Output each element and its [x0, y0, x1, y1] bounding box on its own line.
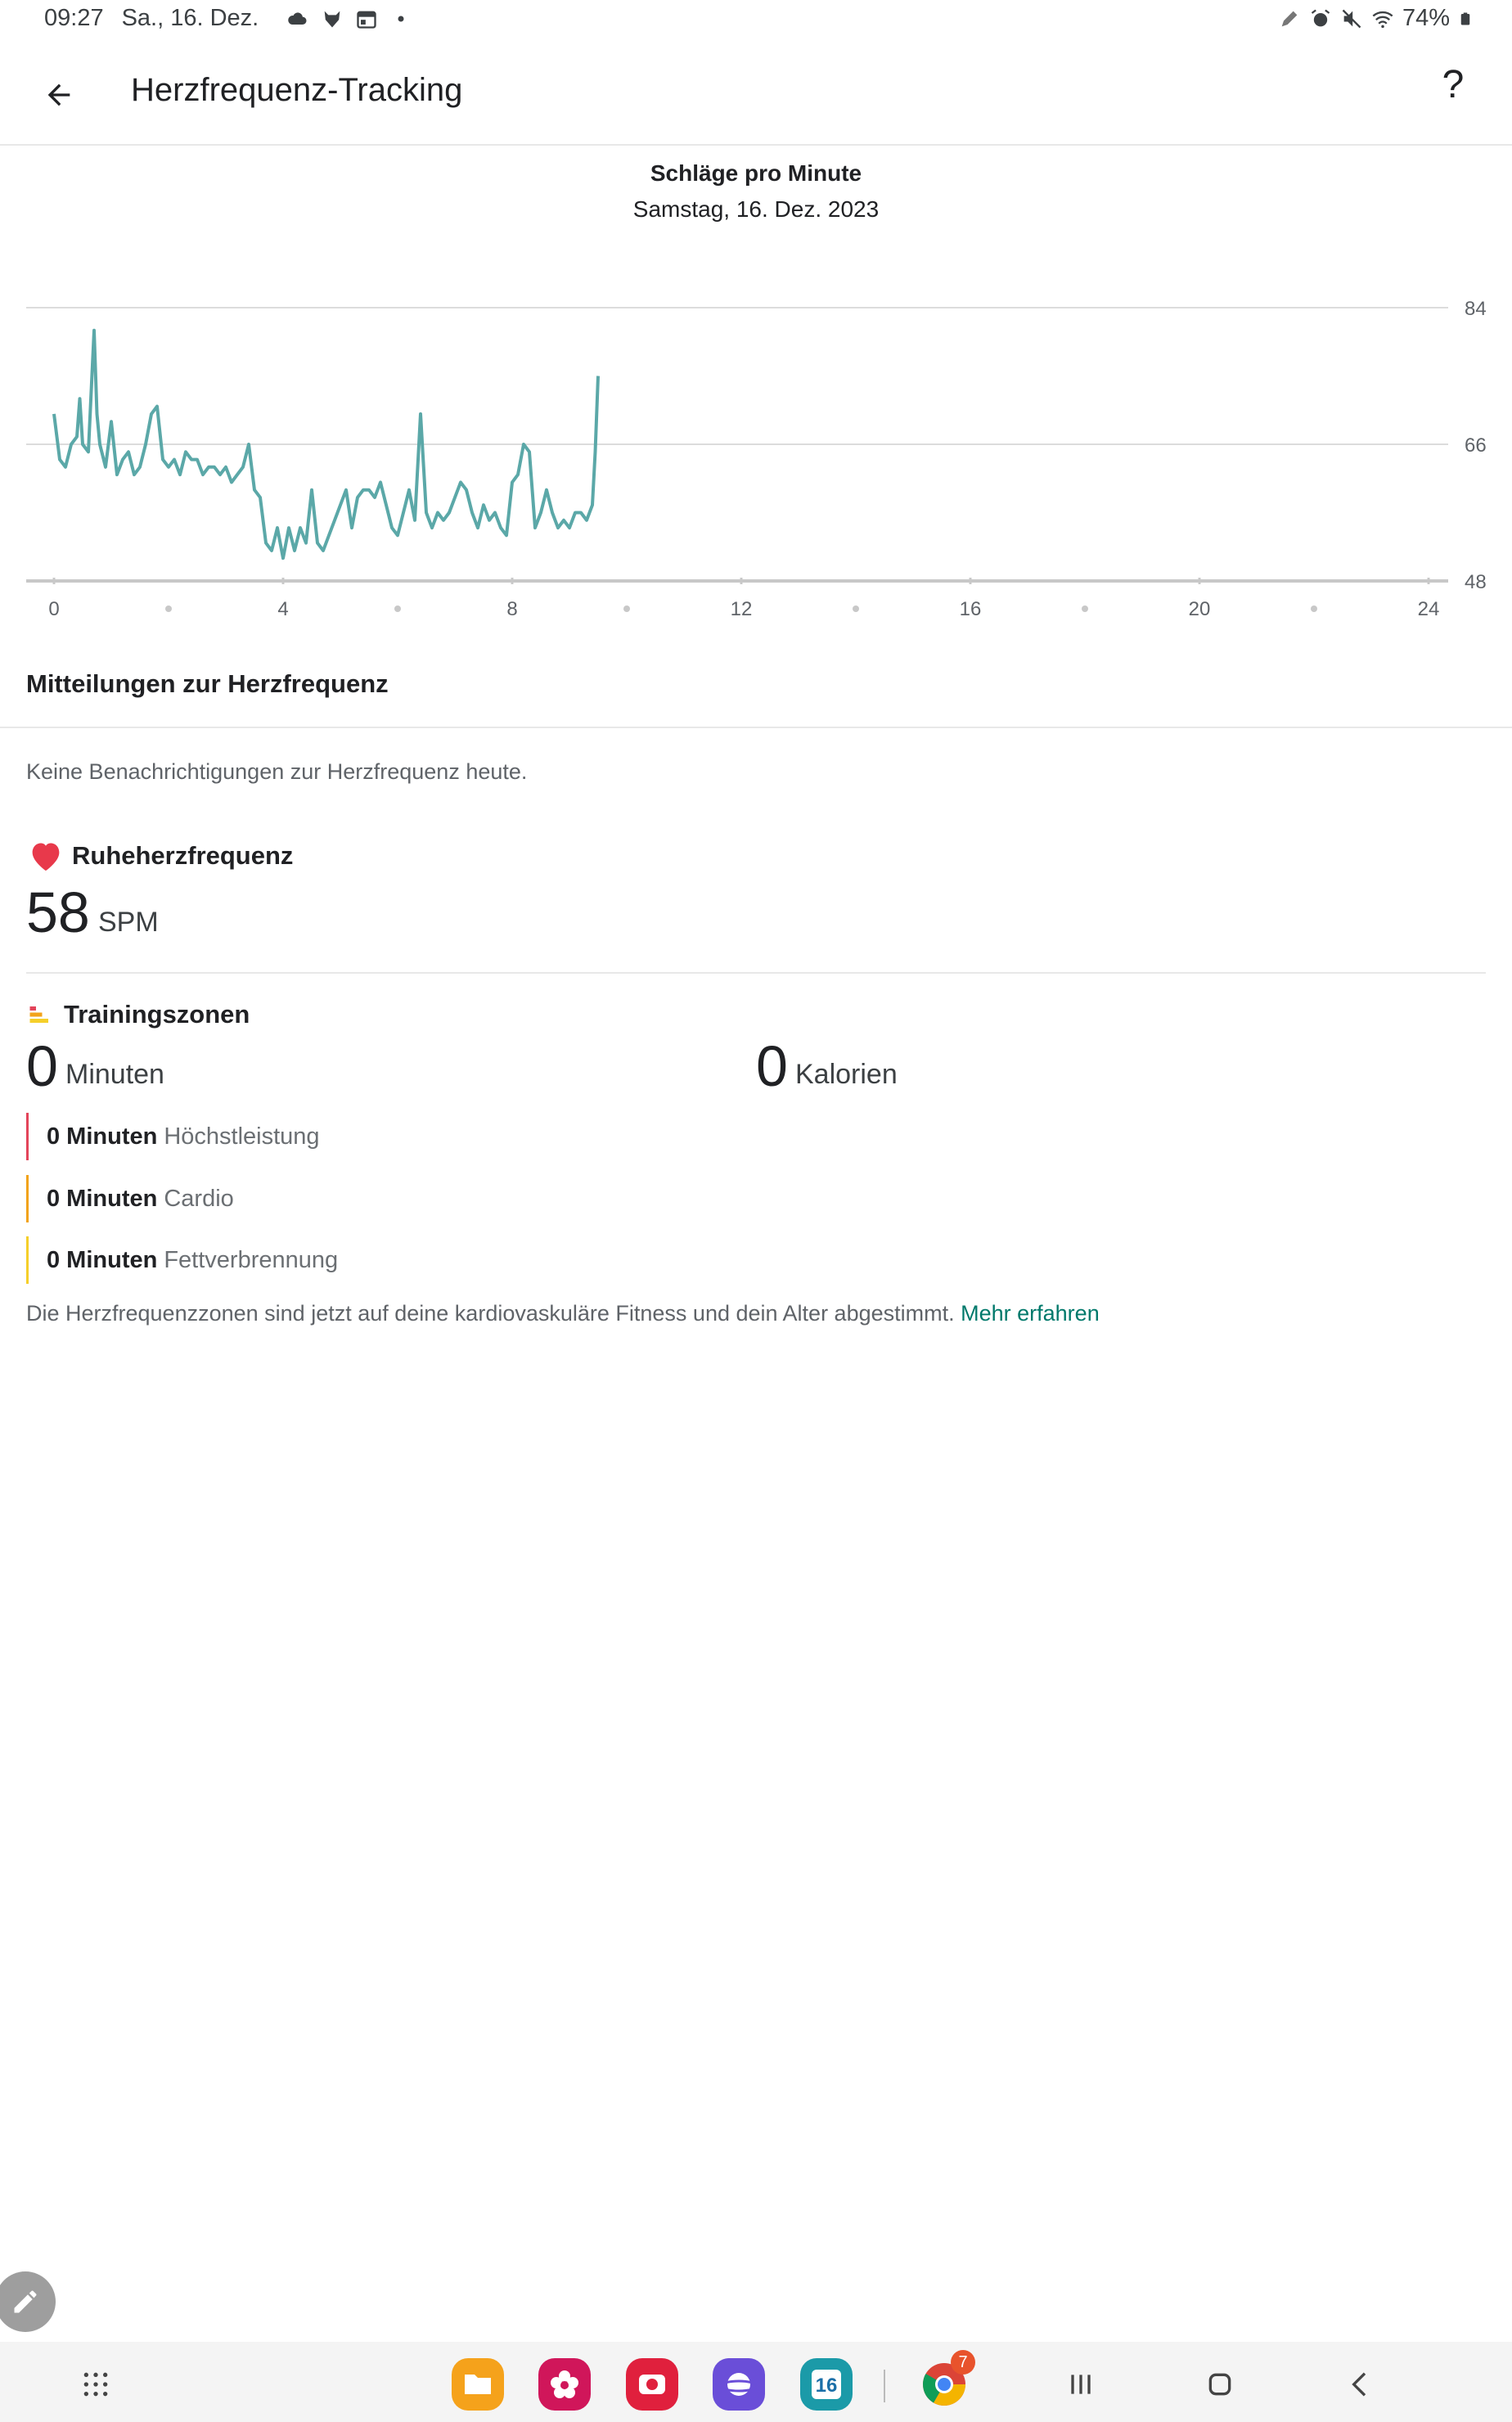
divider	[26, 972, 1486, 974]
zones-bars-icon	[29, 1006, 48, 1023]
chart-title: Schläge pro Minute	[650, 160, 862, 186]
x-tick-label: 20	[1189, 598, 1211, 620]
fox-icon	[324, 11, 340, 27]
status-left-icons	[286, 7, 412, 30]
calendar-icon	[357, 11, 376, 29]
x-tick-label: 12	[731, 598, 753, 620]
heart-icon	[32, 843, 60, 871]
chart-date: Samstag, 16. Dez. 2023	[632, 196, 880, 222]
help-button[interactable]: ?	[1427, 62, 1479, 121]
status-right: 74%	[1278, 5, 1473, 32]
camera-app[interactable]	[626, 2358, 678, 2411]
nav-back-button[interactable]	[1332, 2358, 1389, 2411]
wifi-icon	[1372, 11, 1393, 28]
arrow-back-icon	[47, 83, 70, 106]
zone-name: Cardio	[164, 1185, 234, 1212]
camera-icon	[639, 2375, 665, 2394]
alarm-icon	[1311, 9, 1330, 26]
x-minor-dot	[623, 606, 630, 612]
cloud-icon	[288, 11, 307, 25]
internet-app[interactable]	[713, 2358, 765, 2411]
edit-button[interactable]	[0, 2271, 56, 2332]
flower-gallery-icon	[551, 2370, 578, 2398]
x-minor-dot	[394, 606, 401, 612]
learn-more-link[interactable]: Mehr erfahren	[961, 1301, 1100, 1326]
battery-percent: 74%	[1402, 5, 1450, 31]
recents-button[interactable]	[1052, 2358, 1109, 2411]
status-bar: 09:27 Sa., 16. Dez. 74%	[0, 0, 1512, 43]
zone-item-fat-burn: 0 Minuten Fettverbrennung	[26, 1236, 338, 1284]
navigation-bar: 16 7	[0, 2342, 1512, 2422]
x-tick-label: 24	[1418, 598, 1440, 620]
dock-divider	[884, 2370, 885, 2402]
mute-icon	[1342, 9, 1361, 28]
chevron-left-icon	[1352, 2372, 1366, 2397]
zone-amount: 0 Minuten	[47, 1185, 158, 1212]
y-tick-label: 84	[1465, 298, 1487, 320]
home-button[interactable]	[1191, 2358, 1249, 2411]
training-zones-header: Trainingszonen	[28, 1000, 250, 1029]
zone-item-peak: 0 Minuten Höchstleistung	[26, 1113, 320, 1160]
status-date: Sa., 16. Dez.	[121, 5, 259, 31]
notifications-empty-text: Keine Benachrichtigungen zur Herzfrequen…	[26, 759, 528, 784]
dot-icon	[398, 16, 404, 21]
chrome-app[interactable]: 7	[918, 2350, 975, 2411]
x-tick-label: 16	[960, 598, 982, 620]
calendar-day: 16	[815, 2375, 838, 2397]
x-tick-label: 0	[48, 598, 59, 620]
zone-amount: 0 Minuten	[47, 1123, 158, 1150]
x-minor-dot	[165, 606, 172, 612]
zone-amount: 0 Minuten	[47, 1246, 158, 1273]
home-icon	[1208, 2373, 1231, 2396]
notifications-title: Mitteilungen zur Herzfrequenz	[26, 669, 389, 698]
resting-hr-header: Ruheherzfrequenz	[28, 840, 293, 872]
back-button[interactable]	[33, 69, 85, 121]
apps-grid-icon	[83, 2372, 108, 2397]
training-zones-title: Trainingszonen	[64, 1000, 250, 1029]
x-minor-dot	[1082, 606, 1088, 612]
files-icon	[465, 2375, 491, 2394]
zone-item-cardio: 0 Minuten Cardio	[26, 1175, 234, 1222]
zones-footer-text: Die Herzfrequenzzonen sind jetzt auf dei…	[26, 1301, 955, 1326]
zone-calories-unit: Kalorien	[795, 1059, 898, 1090]
heart-rate-chart[interactable]: 8466480 4 8 12 16 20 24	[0, 270, 1512, 630]
recents-icon	[1071, 2375, 1091, 2394]
zone-calories-value: 0	[756, 1034, 788, 1098]
divider	[0, 727, 1512, 728]
page-title: Herzfrequenz-Tracking	[131, 72, 463, 108]
status-time: 09:27	[44, 5, 104, 31]
zones-footer: Die Herzfrequenzzonen sind jetzt auf dei…	[26, 1301, 1100, 1326]
files-app[interactable]	[452, 2358, 504, 2411]
x-minor-dot	[1311, 606, 1317, 612]
chrome-badge: 7	[951, 2350, 975, 2375]
calendar-app[interactable]: 16	[800, 2358, 853, 2411]
internet-icon	[719, 2373, 758, 2396]
app-bar: Herzfrequenz-Tracking ?	[0, 57, 1512, 146]
pencil-icon	[14, 2290, 37, 2313]
resting-hr-unit: SPM	[98, 907, 159, 938]
zone-minutes-unit: Minuten	[65, 1059, 164, 1090]
gallery-app[interactable]	[538, 2358, 591, 2411]
battery-icon	[1460, 12, 1470, 25]
y-tick-label: 66	[1465, 434, 1487, 457]
x-tick-label: 4	[277, 598, 288, 620]
resting-hr-label: Ruheherzfrequenz	[72, 841, 294, 870]
apps-grid-button[interactable]	[67, 2358, 124, 2411]
zone-name: Höchstleistung	[164, 1123, 320, 1150]
zone-name: Fettverbrennung	[164, 1246, 339, 1273]
pen-icon	[1281, 11, 1298, 26]
status-left: 09:27 Sa., 16. Dez.	[44, 5, 412, 32]
y-tick-label: 48	[1465, 571, 1487, 593]
x-minor-dot	[853, 606, 859, 612]
resting-hr-value: 58	[26, 880, 90, 944]
zone-minutes-value: 0	[26, 1034, 58, 1098]
x-tick-label: 8	[506, 598, 517, 620]
